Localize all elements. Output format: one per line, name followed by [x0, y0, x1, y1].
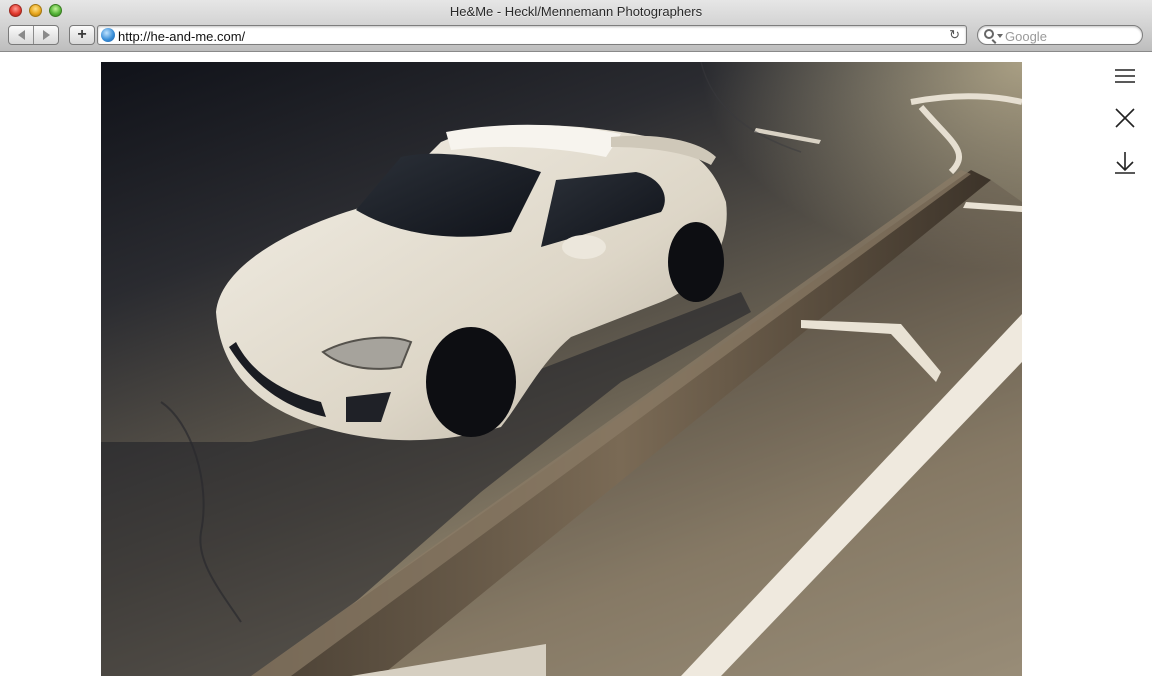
chevron-down-icon[interactable] [997, 34, 1003, 38]
reload-icon[interactable]: ↻ [949, 27, 960, 43]
download-arrow-icon [1115, 152, 1135, 174]
url-text[interactable]: http://he-and-me.com/ [118, 29, 245, 44]
nav-buttons [8, 25, 59, 45]
forward-button[interactable] [33, 26, 58, 44]
gallery-photo[interactable] [101, 62, 1022, 676]
title-bar: He&Me - Heckl/Mennemann Photographers [0, 0, 1152, 22]
forward-arrow-icon [42, 30, 50, 40]
add-bookmark-button[interactable]: + [69, 25, 95, 45]
globe-icon [101, 28, 115, 42]
browser-toolbar: + http://he-and-me.com/ ↻ Google [0, 24, 1152, 48]
photo-controls [1112, 64, 1138, 184]
back-button[interactable] [9, 26, 33, 44]
browser-chrome: He&Me - Heckl/Mennemann Photographers + … [0, 0, 1152, 52]
search-placeholder: Google [1005, 29, 1047, 44]
back-arrow-icon [17, 30, 25, 40]
search-field[interactable]: Google [977, 25, 1143, 45]
hamburger-menu-icon [1115, 69, 1135, 83]
address-bar[interactable]: http://he-and-me.com/ ↻ [97, 25, 967, 45]
menu-button[interactable] [1112, 64, 1138, 90]
window-title: He&Me - Heckl/Mennemann Photographers [449, 4, 703, 19]
download-button[interactable] [1112, 150, 1138, 176]
photo-scene [101, 62, 1022, 676]
search-icon [984, 29, 994, 39]
close-icon [1115, 108, 1135, 128]
close-button[interactable] [1112, 106, 1138, 132]
